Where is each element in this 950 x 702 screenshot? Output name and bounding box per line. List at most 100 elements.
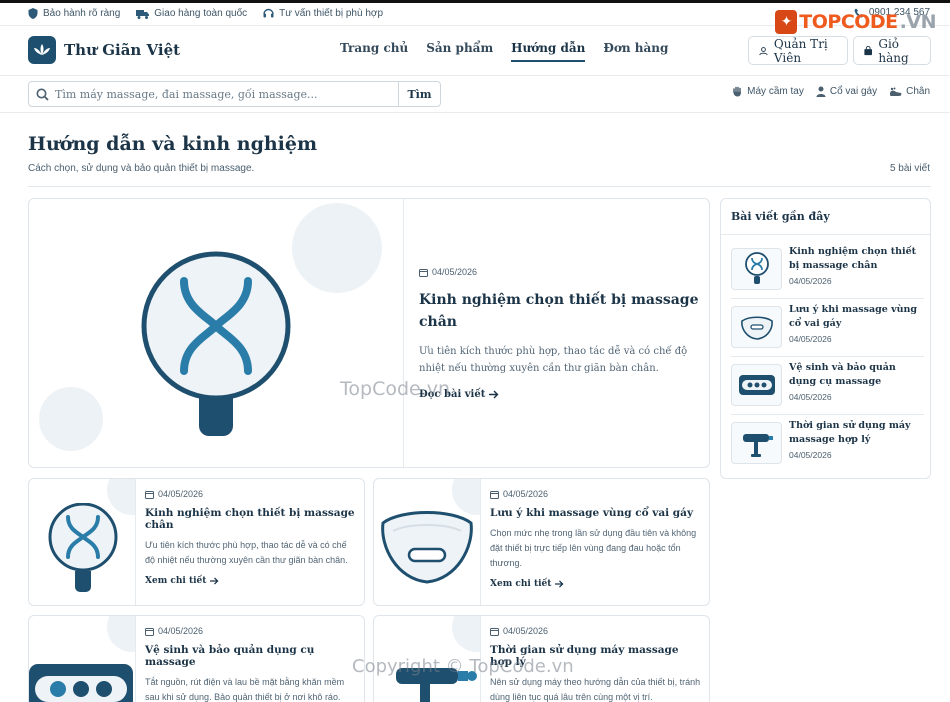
truck-icon xyxy=(136,9,150,19)
featured-article-card[interactable]: 04/05/2026 Kinh nghiệm chọn thiết bị mas… xyxy=(28,198,710,468)
arrow-right-icon xyxy=(210,577,219,585)
user-icon xyxy=(759,46,768,55)
article-card[interactable]: 04/05/2026 Thời gian sử dụng máy massage… xyxy=(373,615,710,702)
article-date-text: 04/05/2026 xyxy=(158,626,204,636)
sidebar-item-date: 04/05/2026 xyxy=(789,450,832,460)
sidebar-item-title: Lưu ý khi massage vùng cổ vai gáy xyxy=(789,304,918,329)
article-description: Ưu tiên kích thước phù hợp, thao tác dễ … xyxy=(145,540,348,565)
foot-icon xyxy=(890,87,902,96)
nav-tab-home[interactable]: Trang chủ xyxy=(340,41,408,62)
shield-icon xyxy=(28,8,38,19)
cart-button[interactable]: Giỏ hàng xyxy=(853,36,931,65)
neck-pillow-icon xyxy=(740,316,773,340)
featured-description: Ưu tiên kích thước phù hợp, thao tác dễ … xyxy=(419,346,688,374)
article-description: Tắt nguồn, rút điện và lau bề mặt bằng k… xyxy=(145,677,345,702)
consult-label: Tư vấn thiết bị phù hợp xyxy=(279,8,384,19)
article-read-more-link[interactable]: Xem chi tiết xyxy=(490,579,702,589)
sidebar-title: Bài viết gần đây xyxy=(731,210,830,223)
search-button[interactable]: Tìm xyxy=(398,82,440,106)
nav-tab-orders[interactable]: Đơn hàng xyxy=(603,41,668,62)
article-title[interactable]: Vệ sinh và bảo quản dụng cụ massage xyxy=(145,644,357,668)
sidebar-item-date: 04/05/2026 xyxy=(789,334,832,344)
quick-link-foot[interactable]: Chân xyxy=(889,86,930,97)
sidebar-thumb xyxy=(731,306,782,348)
foot-massager-icon xyxy=(48,503,118,592)
sidebar-item[interactable]: Vệ sinh và bảo quản dụng cụ massage 04/0… xyxy=(731,359,924,415)
article-thumb xyxy=(374,479,481,605)
shopping-bag-icon xyxy=(864,45,872,55)
article-date-text: 04/05/2026 xyxy=(503,489,549,499)
sidebar-thumb xyxy=(731,364,782,406)
featured-read-more-link[interactable]: Đọc bài viết xyxy=(419,389,699,400)
massage-gun-icon xyxy=(396,668,477,702)
sidebar-thumb xyxy=(731,248,782,290)
search-input[interactable]: Tìm máy massage, đai massage, gối massag… xyxy=(55,88,398,101)
article-date: 04/05/2026 xyxy=(145,489,357,499)
featured-title[interactable]: Kinh nghiệm chọn thiết bị massage chân xyxy=(419,289,699,333)
sidebar-item-title: Vệ sinh và bảo quản dụng cụ massage xyxy=(789,362,896,387)
heading-divider xyxy=(28,186,931,187)
warranty-label: Bảo hành rõ ràng xyxy=(43,8,121,19)
decor-circle xyxy=(292,203,382,293)
sidebar-item-date: 04/05/2026 xyxy=(789,276,832,286)
article-card[interactable]: 04/05/2026 Lưu ý khi massage vùng cổ vai… xyxy=(373,478,710,606)
shipping-info: Giao hàng toàn quốc xyxy=(136,8,247,19)
admin-button[interactable]: Quản Trị Viên xyxy=(748,36,848,65)
article-count: 5 bài viết xyxy=(889,163,930,174)
calendar-icon xyxy=(419,268,428,277)
brand-logo-link[interactable]: Thư Giãn Việt xyxy=(28,36,180,64)
article-title[interactable]: Thời gian sử dụng máy massage hợp lý xyxy=(490,644,702,668)
article-date: 04/05/2026 xyxy=(490,489,702,499)
person-icon xyxy=(816,86,826,97)
quick-link-handheld[interactable]: Máy cầm tay xyxy=(732,86,804,97)
quick-link-neck[interactable]: Cổ vai gáy xyxy=(816,86,877,97)
recent-posts-sidebar: Bài viết gần đây Kinh nghiệm chọn thiết … xyxy=(720,198,931,479)
sidebar-item[interactable]: Thời gian sử dụng máy massage hợp lý 04/… xyxy=(731,417,924,473)
article-date: 04/05/2026 xyxy=(145,626,357,636)
article-card[interactable]: 04/05/2026 Kinh nghiệm chọn thiết bị mas… xyxy=(28,478,365,606)
sidebar-item-title: Kinh nghiệm chọn thiết bị massage chân xyxy=(789,246,917,271)
nav-tab-guides[interactable]: Hướng dẫn xyxy=(511,41,586,62)
sidebar-thumb xyxy=(731,422,782,464)
quick-link-handheld-label: Máy cầm tay xyxy=(747,86,804,97)
admin-label: Quản Trị Viên xyxy=(773,36,828,65)
decor-circle xyxy=(39,387,103,451)
consult-info: Tư vấn thiết bị phù hợp xyxy=(263,8,383,19)
article-read-more-link[interactable]: Xem chi tiết xyxy=(145,576,357,586)
sidebar-divider xyxy=(721,234,930,235)
massage-device-icon xyxy=(738,375,775,395)
article-title[interactable]: Lưu ý khi massage vùng cổ vai gáy xyxy=(490,507,702,519)
nav-tab-products[interactable]: Sản phẩm xyxy=(426,41,493,62)
sidebar-item-date: 04/05/2026 xyxy=(789,392,832,402)
featured-date-text: 04/05/2026 xyxy=(432,267,478,277)
headset-icon xyxy=(263,8,274,18)
article-read-more-label: Xem chi tiết xyxy=(145,576,207,586)
article-card[interactable]: 04/05/2026 Vệ sinh và bảo quản dụng cụ m… xyxy=(28,615,365,702)
warranty-info: Bảo hành rõ ràng xyxy=(28,8,120,19)
article-thumb xyxy=(29,616,136,702)
article-thumb xyxy=(29,479,136,605)
main-header: Thư Giãn Việt Trang chủ Sản phẩm Hướng d… xyxy=(0,26,950,76)
lotus-icon xyxy=(28,36,56,64)
article-thumb xyxy=(374,616,481,702)
article-description: Chọn mức nhẹ trong lần sử dụng đầu tiên … xyxy=(490,528,697,568)
sidebar-item[interactable]: Kinh nghiệm chọn thiết bị massage chân 0… xyxy=(731,243,924,299)
hand-icon xyxy=(733,86,742,97)
article-date-text: 04/05/2026 xyxy=(503,626,549,636)
decor-circle xyxy=(107,616,135,652)
article-title[interactable]: Kinh nghiệm chọn thiết bị massage chân xyxy=(145,507,357,531)
article-date: 04/05/2026 xyxy=(490,626,702,636)
sidebar-item[interactable]: Lưu ý khi massage vùng cổ vai gáy 04/05/… xyxy=(731,301,924,357)
brand-name: Thư Giãn Việt xyxy=(64,41,181,59)
foot-massager-icon xyxy=(744,252,769,284)
quick-link-neck-label: Cổ vai gáy xyxy=(829,86,878,97)
featured-date: 04/05/2026 xyxy=(419,267,699,277)
search-icon xyxy=(29,88,55,101)
article-description: Nên sử dụng máy theo hướng dẫn của thiết… xyxy=(490,677,701,702)
neck-pillow-icon xyxy=(381,511,473,584)
foot-massager-icon xyxy=(141,251,291,436)
shipping-label: Giao hàng toàn quốc xyxy=(154,8,248,19)
arrow-right-icon xyxy=(489,390,499,399)
search-box: Tìm máy massage, đai massage, gối massag… xyxy=(28,81,441,107)
article-date-text: 04/05/2026 xyxy=(158,489,204,499)
